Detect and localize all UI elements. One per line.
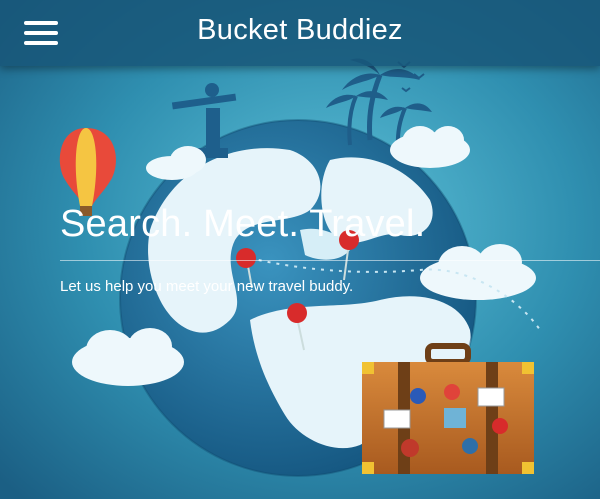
hero-subtitle: Let us help you meet your new travel bud… — [60, 278, 354, 295]
suitcase-icon — [362, 343, 534, 474]
divider — [60, 260, 600, 261]
top-app-bar: Bucket Buddiez — [0, 0, 600, 66]
hero-tagline: Search. Meet. Travel. — [60, 203, 426, 245]
app-title: Bucket Buddiez — [197, 14, 403, 46]
hero-illustration — [0, 0, 600, 499]
